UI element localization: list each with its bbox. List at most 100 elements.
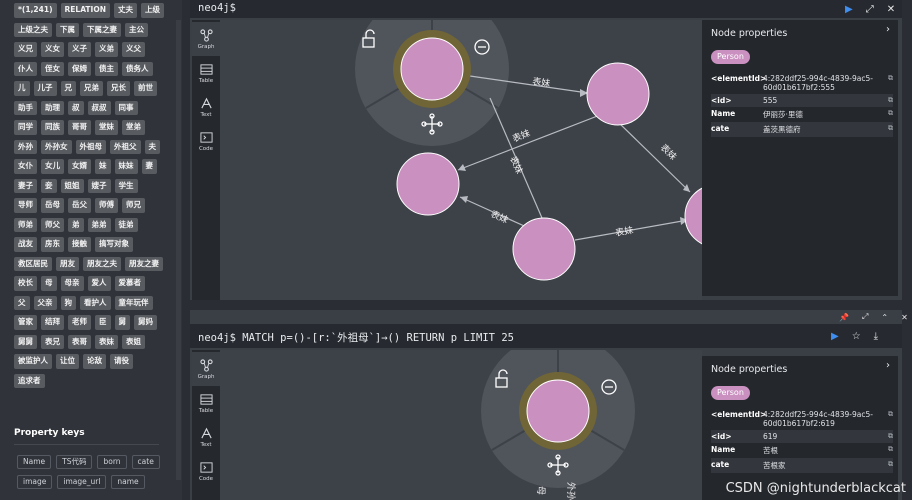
relationship-type-tag[interactable]: 救区居民 bbox=[14, 256, 52, 271]
relationship-type-tag[interactable]: 前世 bbox=[134, 81, 157, 96]
relationship-type-tag[interactable]: 兄 bbox=[60, 81, 76, 96]
relationship-type-tag[interactable]: 弟 bbox=[68, 217, 84, 232]
relationship-type-tag[interactable]: 义子 bbox=[68, 42, 91, 57]
relationship-type-tag[interactable]: 同事 bbox=[114, 100, 138, 115]
relationship-type-tag[interactable]: 义弟 bbox=[95, 42, 118, 57]
editor-bar[interactable]: neo4j$ MATCH p=()-[r:`外祖母`]→() RETURN p … bbox=[190, 324, 902, 348]
relationship-type-tag[interactable]: 妹 bbox=[95, 159, 111, 174]
node-label-badge[interactable]: Person bbox=[711, 386, 750, 400]
relationship-type-tag[interactable]: 外孙 bbox=[14, 139, 37, 154]
relationship-type-tag[interactable]: 表姐 bbox=[122, 334, 145, 349]
relationship-type-tag[interactable]: 儿子 bbox=[33, 81, 57, 96]
relationship-type-tag[interactable]: 师父 bbox=[41, 217, 64, 232]
run-icon[interactable]: ▶ bbox=[831, 331, 839, 342]
relationship-type-tag[interactable]: 接触 bbox=[68, 237, 91, 252]
relationship-type-tag[interactable]: 岳母 bbox=[41, 198, 64, 213]
relationship-type-tag[interactable]: 校长 bbox=[14, 276, 37, 291]
relationship-type-tag[interactable]: 妹妹 bbox=[114, 159, 138, 174]
property-key-tag[interactable]: image bbox=[17, 475, 53, 489]
relationship-type-tag[interactable]: 主公 bbox=[125, 22, 148, 37]
copy-icon[interactable]: ⧉ bbox=[883, 410, 893, 428]
relationship-type-tag[interactable]: 儿 bbox=[14, 81, 30, 96]
relationship-type-tag[interactable]: 外祖父 bbox=[110, 139, 141, 154]
tab-graph[interactable]: Graph bbox=[192, 22, 220, 56]
relationship-type-tag[interactable]: 舅舅 bbox=[14, 334, 37, 349]
graph-node[interactable] bbox=[684, 185, 702, 247]
relationship-type-tag[interactable]: 债主 bbox=[95, 61, 118, 76]
relationship-type-tag[interactable]: 看护人 bbox=[80, 295, 111, 310]
copy-icon[interactable]: ⧉ bbox=[883, 74, 893, 92]
relationship-type-tag[interactable]: 妻 bbox=[141, 159, 157, 174]
copy-icon[interactable]: ⧉ bbox=[883, 432, 893, 441]
relationship-type-tag[interactable]: 姐姐 bbox=[60, 178, 84, 193]
tab-code[interactable]: Code bbox=[192, 124, 220, 158]
relationship-type-tag[interactable]: 爱人 bbox=[87, 276, 111, 291]
relationship-type-tag[interactable]: 爱慕者 bbox=[114, 276, 145, 291]
relationship-type-tag[interactable]: 母亲 bbox=[60, 276, 84, 291]
relationship-type-tag[interactable]: 妾 bbox=[41, 178, 57, 193]
query-text[interactable]: neo4j$ bbox=[198, 2, 236, 14]
relationship-type-tag[interactable]: 妻子 bbox=[14, 178, 37, 193]
relationship-type-tag[interactable]: 舅 bbox=[114, 315, 130, 330]
relationship-type-tag[interactable]: 房东 bbox=[41, 237, 64, 252]
chevron-right-icon[interactable]: › bbox=[886, 24, 890, 35]
relationship-type-tag[interactable]: 丈夫 bbox=[113, 3, 137, 18]
collapse-icon[interactable]: ⌃ bbox=[881, 313, 888, 322]
copy-icon[interactable]: ⧉ bbox=[883, 109, 893, 120]
relationship-type-tag[interactable]: 义女 bbox=[41, 42, 64, 57]
relationship-type-tag[interactable]: 哥哥 bbox=[68, 120, 91, 135]
relationship-type-tag[interactable]: 堂弟 bbox=[122, 120, 145, 135]
tab-text[interactable]: Text bbox=[192, 90, 220, 124]
expand-icon[interactable]: ⤢ bbox=[866, 4, 874, 15]
relationship-type-tag[interactable]: 师傅 bbox=[95, 198, 118, 213]
query-text[interactable]: neo4j$ MATCH p=()-[r:`外祖母`]→() RETURN p … bbox=[198, 330, 514, 345]
relationship-type-tag[interactable]: 朋友之妻 bbox=[125, 256, 163, 271]
relationship-type-tag[interactable]: *(1,241) bbox=[14, 3, 57, 18]
relationship-type-tag[interactable]: 追求者 bbox=[14, 373, 45, 388]
relationship-type-tag[interactable]: 让位 bbox=[56, 354, 79, 369]
relationship-type-tag[interactable]: 朋友 bbox=[56, 256, 79, 271]
sidebar-scrollbar[interactable] bbox=[176, 20, 181, 480]
tab-code[interactable]: Code bbox=[192, 454, 220, 488]
relationship-type-tag[interactable]: 结拜 bbox=[41, 315, 64, 330]
relationship-type-tag[interactable]: 徒弟 bbox=[114, 217, 138, 232]
relationship-type-tag[interactable]: 母 bbox=[41, 276, 57, 291]
tab-text[interactable]: Text bbox=[192, 420, 220, 454]
relationship-type-tag[interactable]: 叔 bbox=[68, 100, 84, 115]
tab-table[interactable]: Table bbox=[192, 56, 220, 90]
relationship-type-tag[interactable]: 同学 bbox=[14, 120, 37, 135]
tab-table[interactable]: Table bbox=[192, 386, 220, 420]
relationship-type-tag[interactable]: 表哥 bbox=[68, 334, 91, 349]
relationship-type-tag[interactable]: 战友 bbox=[14, 237, 37, 252]
graph-svg[interactable]: 表妹 表妹 表妹 表妹 表妹 表妹 bbox=[220, 20, 702, 300]
copy-icon[interactable]: ⧉ bbox=[883, 124, 893, 135]
graph-node[interactable] bbox=[396, 152, 460, 216]
run-icon[interactable]: ▶ bbox=[845, 4, 853, 15]
relationship-type-tag[interactable]: 师兄 bbox=[122, 198, 145, 213]
relationship-type-tag[interactable]: 被监护人 bbox=[14, 354, 52, 369]
node-label-badge[interactable]: Person bbox=[711, 50, 750, 64]
graph-node[interactable] bbox=[512, 217, 576, 281]
property-key-tag[interactable]: TS代码 bbox=[56, 455, 93, 469]
relationship-type-tag[interactable]: 上级之夫 bbox=[14, 22, 52, 37]
relationship-type-tag[interactable]: 下属之妻 bbox=[83, 22, 121, 37]
graph-node[interactable] bbox=[526, 379, 590, 443]
relationship-type-tag[interactable]: RELATION bbox=[60, 3, 110, 18]
relationship-type-tag[interactable]: 下属 bbox=[56, 22, 79, 37]
relationship-type-tag[interactable]: 助理 bbox=[41, 100, 64, 115]
property-key-tag[interactable]: Name bbox=[17, 455, 52, 469]
relationship-type-tag[interactable]: 女儿 bbox=[41, 159, 64, 174]
relationship-type-tag[interactable]: 老师 bbox=[68, 315, 91, 330]
relationship-type-tag[interactable]: 弟弟 bbox=[87, 217, 111, 232]
relationship-type-tag[interactable]: 侄女 bbox=[41, 61, 64, 76]
graph-canvas[interactable]: 母 外孙 bbox=[220, 350, 702, 500]
relationship-type-tag[interactable]: 师弟 bbox=[14, 217, 37, 232]
property-key-tag[interactable]: name bbox=[111, 475, 145, 489]
relationship-type-tag[interactable]: 夫 bbox=[144, 139, 160, 154]
relationship-type-tag[interactable]: 债务人 bbox=[122, 61, 153, 76]
graph-svg[interactable]: 母 外孙 bbox=[220, 350, 702, 500]
expand-icon[interactable]: ⤢ bbox=[862, 312, 868, 322]
relationship-type-tag[interactable]: 论敌 bbox=[83, 354, 106, 369]
editor-bar[interactable]: neo4j$ ▶ ⤢ ✕ bbox=[190, 0, 902, 18]
graph-canvas[interactable]: 表妹 表妹 表妹 表妹 表妹 表妹 bbox=[220, 20, 702, 300]
